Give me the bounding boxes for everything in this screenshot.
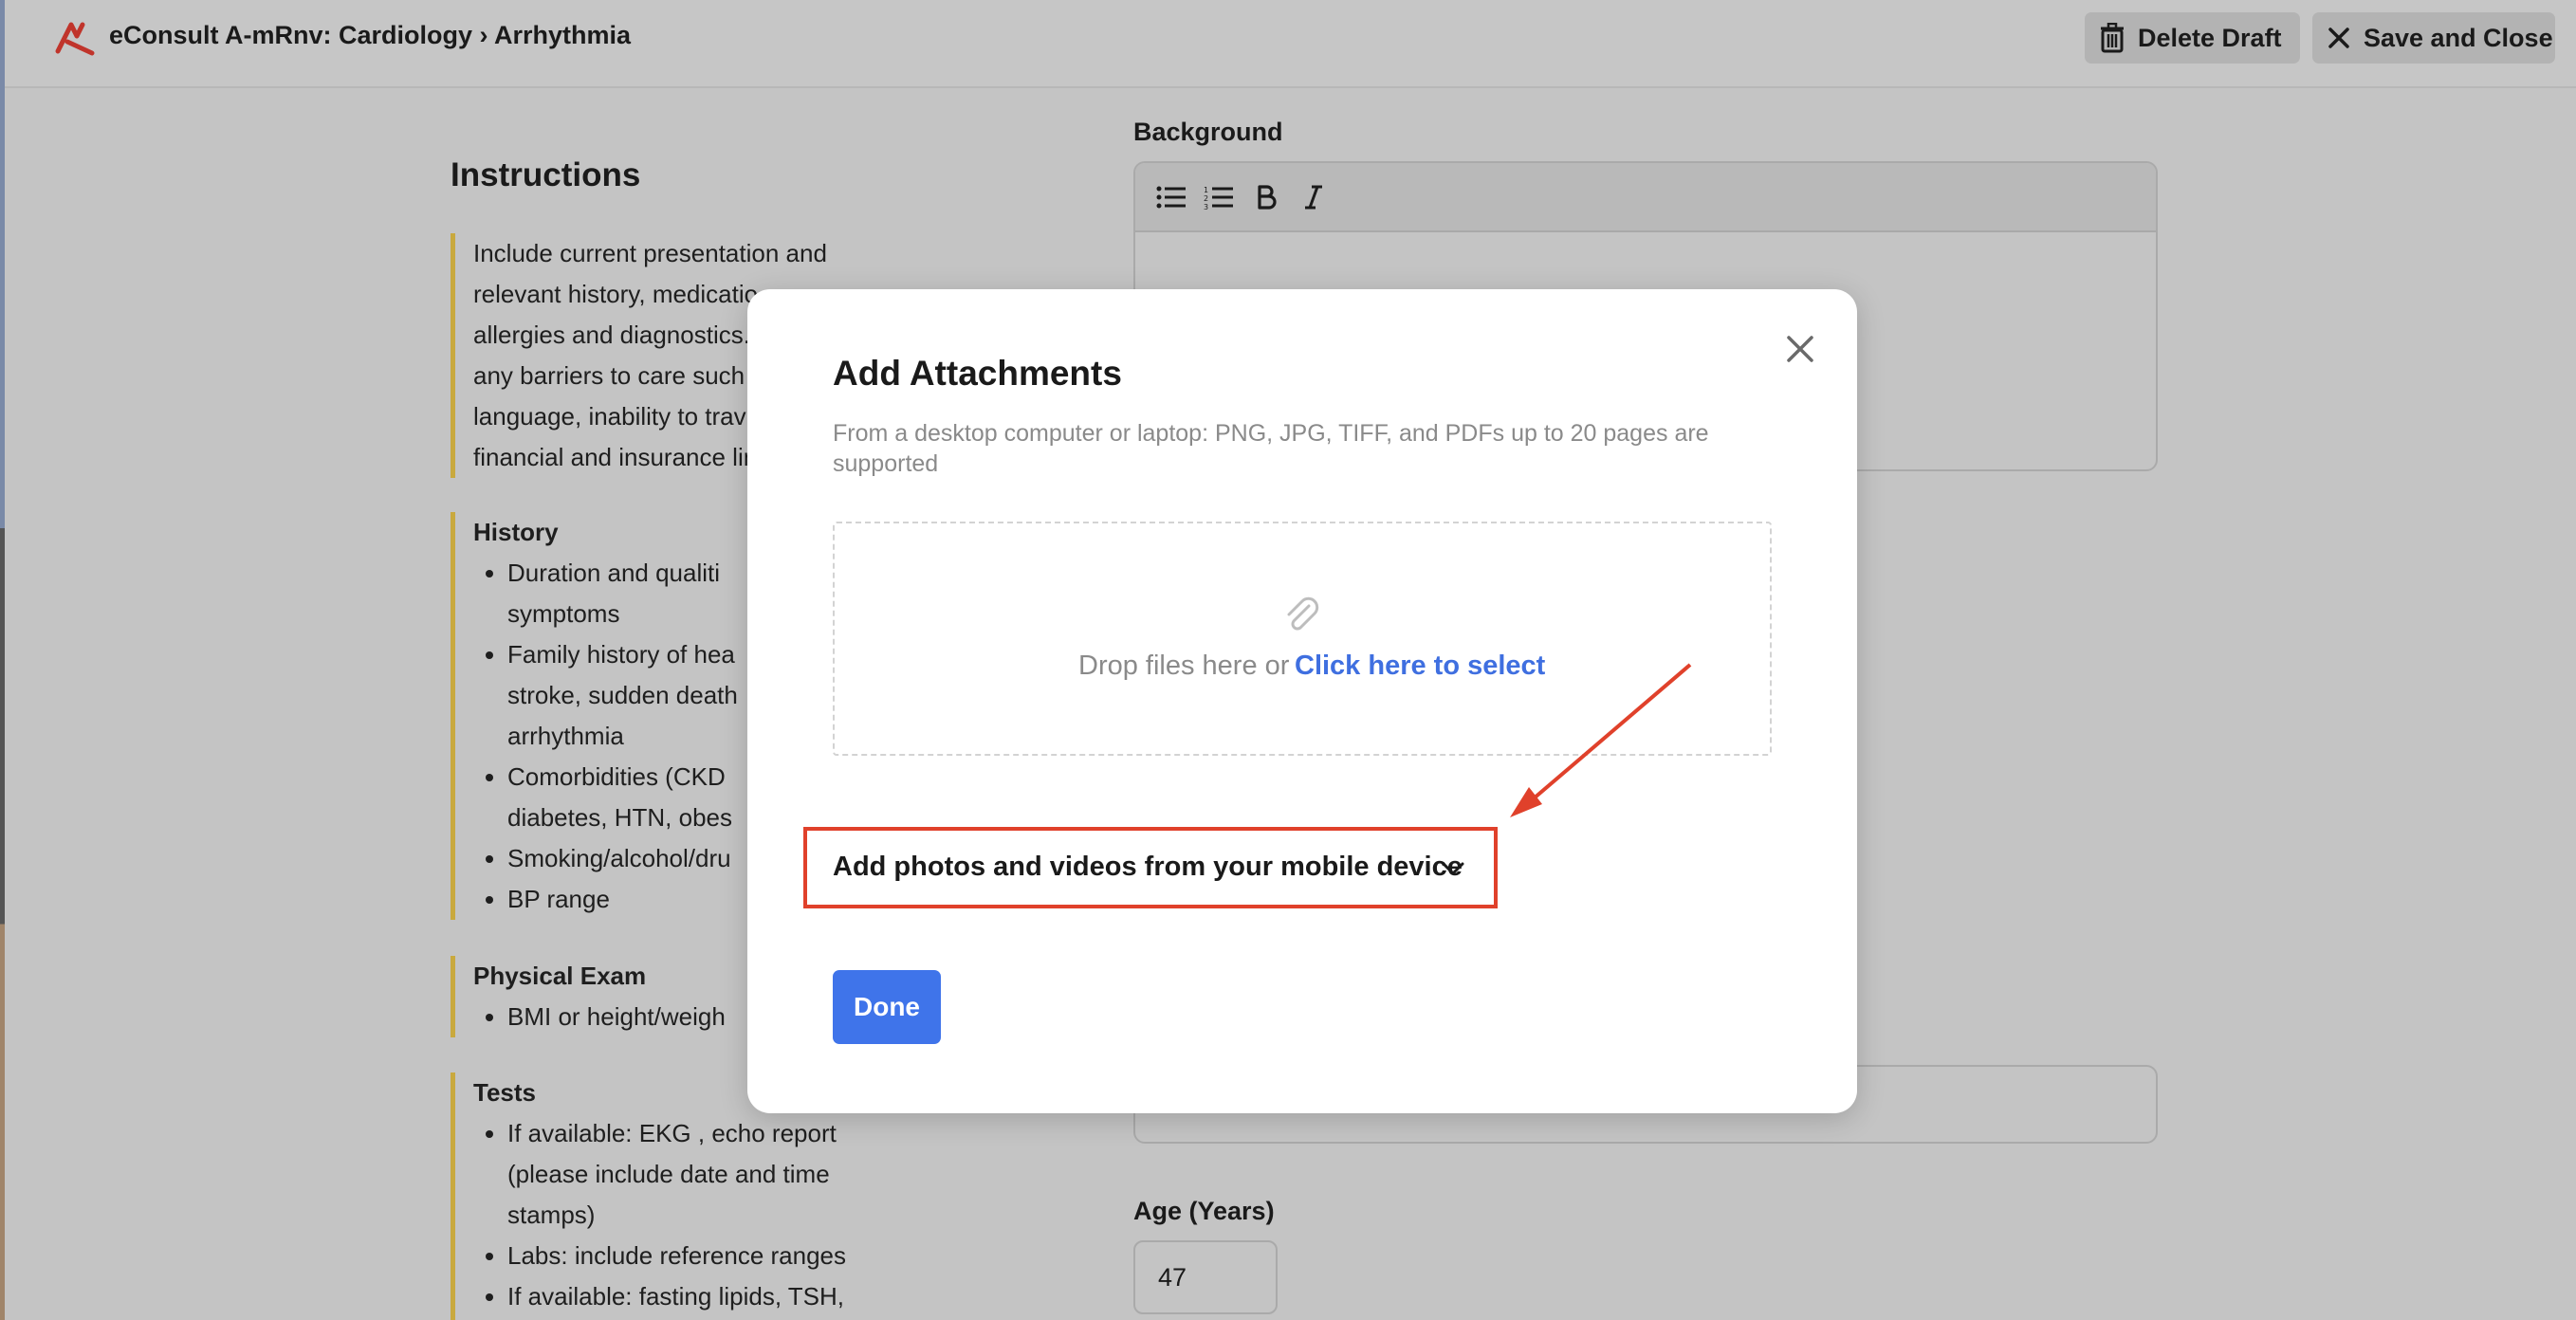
bold-icon[interactable] bbox=[1251, 182, 1281, 212]
drop-files-text: Drop files here or bbox=[1078, 651, 1290, 681]
paperclip-icon bbox=[1287, 596, 1319, 631]
mobile-upload-label[interactable]: Add photos and videos from your mobile d… bbox=[833, 852, 1463, 883]
delete-draft-label: Delete Draft bbox=[2138, 23, 2282, 52]
chevron-down-icon[interactable] bbox=[1440, 855, 1466, 882]
close-icon bbox=[2328, 28, 2349, 48]
svg-text:2: 2 bbox=[1204, 194, 1208, 203]
instructions-title: Instructions bbox=[451, 156, 641, 193]
bulleted-list-icon[interactable] bbox=[1156, 182, 1187, 212]
click-to-select-link[interactable]: Click here to select bbox=[1295, 651, 1545, 682]
save-and-close-button[interactable]: Save and Close bbox=[2312, 12, 2555, 64]
background-label: Background bbox=[1133, 118, 1283, 146]
file-dropzone[interactable] bbox=[833, 522, 1772, 756]
italic-icon[interactable] bbox=[1298, 182, 1329, 212]
list-item: If available: EKG , echo report(please i… bbox=[507, 1113, 906, 1236]
app-logo-icon bbox=[55, 22, 95, 56]
editor-toolbar: 1 2 3 bbox=[1135, 163, 2156, 232]
svg-text:1: 1 bbox=[1204, 186, 1208, 194]
list-item: Labs: include reference ranges bbox=[507, 1236, 906, 1276]
modal-description: From a desktop computer or laptop: PNG, … bbox=[833, 420, 1709, 477]
list-item: If available: fasting lipids, TSH, bbox=[507, 1276, 906, 1317]
delete-draft-button[interactable]: Delete Draft bbox=[2085, 12, 2300, 64]
save-and-close-label: Save and Close bbox=[2364, 23, 2553, 52]
age-label: Age (Years) bbox=[1133, 1197, 1275, 1225]
modal-title: Add Attachments bbox=[833, 354, 1122, 393]
done-button[interactable]: Done bbox=[833, 970, 941, 1044]
age-input[interactable]: 47 bbox=[1133, 1240, 1278, 1314]
trash-icon bbox=[2101, 23, 2124, 53]
window-edge bbox=[0, 0, 5, 1320]
close-icon[interactable] bbox=[1783, 332, 1817, 366]
app-title: eConsult A-mRnv: Cardiology › Arrhythmia bbox=[109, 21, 632, 49]
numbered-list-icon[interactable]: 1 2 3 bbox=[1204, 182, 1234, 212]
svg-text:3: 3 bbox=[1204, 203, 1208, 210]
app-header: eConsult A-mRnv: Cardiology › Arrhythmia… bbox=[5, 0, 2576, 88]
